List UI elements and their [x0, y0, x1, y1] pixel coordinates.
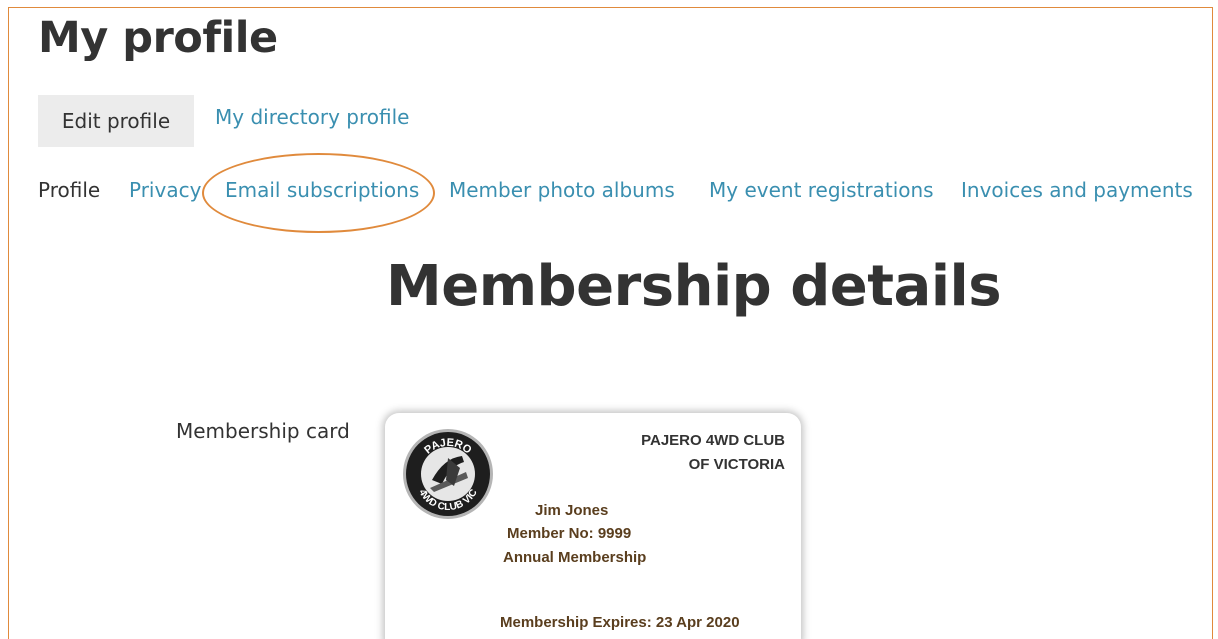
membership-card: PAJERO 4WD CLUB VIC PAJERO 4WD CLUB OF V… — [385, 413, 801, 639]
membership-type: Annual Membership — [503, 549, 647, 566]
membership-card-label: Membership card — [176, 419, 350, 443]
tab-profile[interactable]: Profile — [38, 178, 100, 202]
member-number: Member No: 9999 — [507, 525, 632, 542]
tab-my-event-registrations[interactable]: My event registrations — [709, 178, 934, 202]
page-title: My profile — [38, 13, 278, 63]
club-name-line2: OF VICTORIA — [688, 456, 785, 473]
highlight-ellipse — [202, 153, 435, 233]
club-logo-icon: PAJERO 4WD CLUB VIC — [403, 429, 493, 519]
membership-details-heading: Membership details — [386, 254, 1002, 319]
membership-expiry: Membership Expires: 23 Apr 2020 — [500, 614, 740, 631]
club-name-line1: PAJERO 4WD CLUB — [641, 432, 785, 449]
tab-invoices-and-payments[interactable]: Invoices and payments — [961, 178, 1193, 202]
my-directory-profile-link[interactable]: My directory profile — [215, 105, 409, 129]
tab-privacy[interactable]: Privacy — [129, 178, 201, 202]
tab-member-photo-albums[interactable]: Member photo albums — [449, 178, 675, 202]
edit-profile-button[interactable]: Edit profile — [38, 95, 194, 147]
member-name: Jim Jones — [535, 502, 609, 519]
